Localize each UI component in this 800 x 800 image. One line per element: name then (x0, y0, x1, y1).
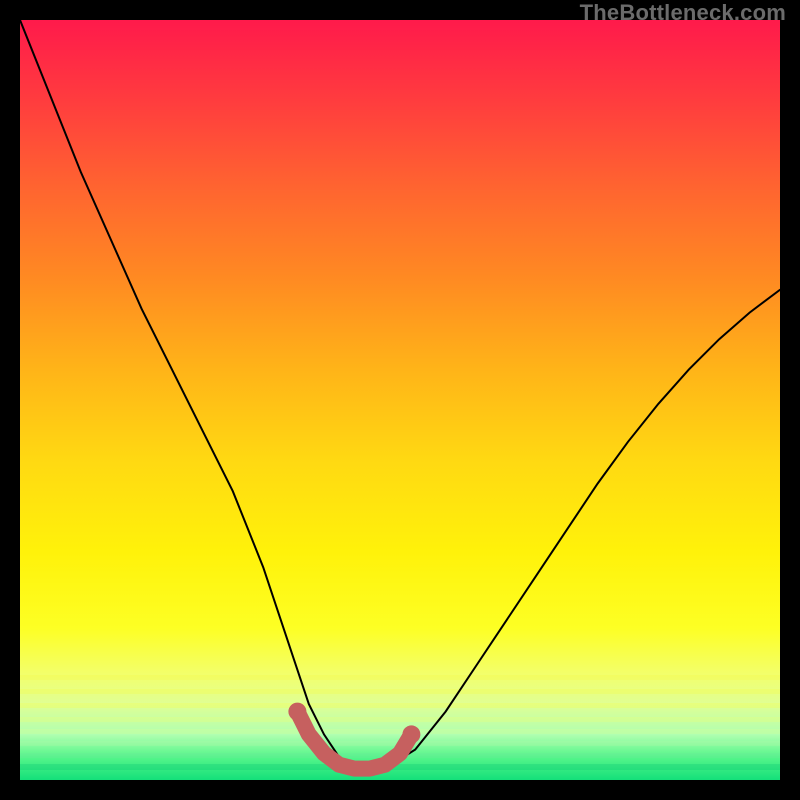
bottleneck-curve (20, 20, 780, 772)
dip-endpoint-left (288, 703, 306, 721)
plot-area (20, 20, 780, 780)
chart-stage: TheBottleneck.com (0, 0, 800, 800)
dip-endpoint-right (402, 725, 420, 743)
bottleneck-dip-highlight (297, 712, 411, 769)
chart-svg (20, 20, 780, 780)
